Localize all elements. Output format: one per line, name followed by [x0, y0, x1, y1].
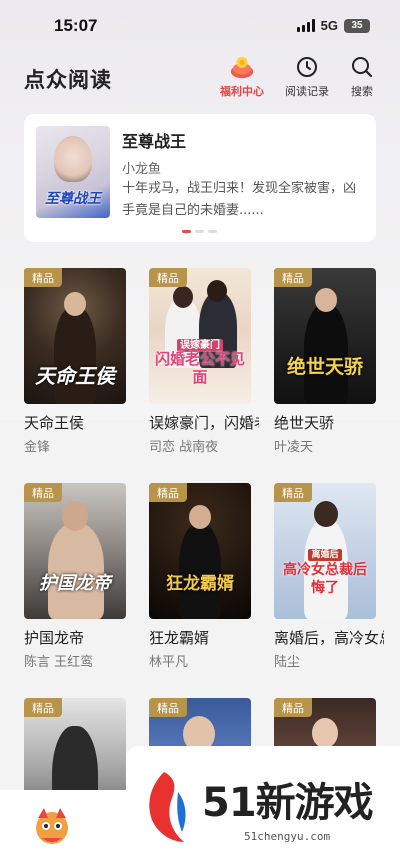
- cover-figure-head: [207, 280, 227, 302]
- book-title[interactable]: 狂龙霸婿: [149, 627, 259, 648]
- battery-icon: 35: [344, 18, 370, 33]
- premium-badge: 精品: [149, 268, 187, 287]
- reading-history-button[interactable]: 阅读记录: [285, 54, 329, 99]
- premium-badge: 精品: [274, 268, 312, 287]
- cover-illustration: [54, 136, 92, 182]
- book-cover[interactable]: 狂龙霸婿 精品: [149, 483, 251, 619]
- premium-badge: 精品: [24, 698, 62, 717]
- premium-badge: 精品: [149, 698, 187, 717]
- book-cover[interactable]: 护国龙帝 精品: [24, 483, 126, 619]
- book-author: 金锋: [24, 440, 51, 455]
- watermark-url: 51chengyu.com: [244, 830, 331, 843]
- search-button[interactable]: 搜索: [349, 54, 375, 99]
- book-author: 陆尘: [274, 655, 301, 670]
- site-watermark: 51新游戏 51chengyu.com: [126, 746, 400, 866]
- premium-badge: 精品: [24, 483, 62, 502]
- cover-figure-head: [312, 718, 338, 748]
- book-author: 林平凡: [149, 655, 189, 670]
- book-author: 叶凌天: [274, 440, 314, 455]
- watermark-logo-icon: [142, 768, 192, 846]
- cover-title-art: 高冷女总裁后悔了: [283, 562, 367, 596]
- cover-title-art: 绝世天骄: [286, 356, 363, 378]
- cover-figure-head: [315, 288, 337, 312]
- cover-figure-head: [314, 501, 338, 527]
- signal-icon: [296, 19, 315, 32]
- book-author: 司恋 战南夜: [149, 440, 219, 455]
- status-indicators: 5G 35: [296, 18, 370, 33]
- watermark-brand: 51新游戏: [202, 780, 374, 826]
- book-cover[interactable]: 绝世天骄 精品: [274, 268, 376, 404]
- app-title: 点众阅读: [24, 68, 112, 92]
- banner-book-cover[interactable]: 至尊战王: [36, 126, 110, 218]
- cover-figure-head: [173, 286, 193, 308]
- search-icon: [349, 54, 375, 80]
- status-bar: 15:07 5G 35: [0, 0, 400, 52]
- status-time: 15:07: [54, 16, 98, 35]
- book-title[interactable]: 离婚后，高冷女总裁后悔了: [274, 627, 384, 648]
- cover-figure-head: [64, 292, 86, 316]
- cover-subtitle-art: 误嫁豪门: [149, 336, 251, 352]
- mascot-icon[interactable]: [30, 804, 74, 848]
- carousel-dot: [195, 230, 204, 233]
- cover-subtitle-art: 离婚后: [274, 547, 376, 561]
- book-cover[interactable]: 离婚后 高冷女总裁后悔了 精品: [274, 483, 376, 619]
- cover-figure-head: [62, 501, 88, 531]
- banner-book-description: 十年戎马，战王归来！发现全家被害，凶手竟是自己的未婚妻......: [122, 181, 357, 218]
- book-title[interactable]: 天命王侯: [24, 412, 134, 433]
- welfare-center-button[interactable]: 福利中心: [220, 54, 264, 99]
- reading-history-label: 阅读记录: [285, 85, 329, 98]
- premium-badge: 精品: [274, 698, 312, 717]
- cover-figure: [54, 306, 96, 404]
- welfare-center-label: 福利中心: [220, 85, 264, 98]
- carousel-indicator: [182, 230, 217, 233]
- book-cover[interactable]: 误嫁豪门 闪婚老公不见面 精品: [149, 268, 251, 404]
- premium-badge: 精品: [24, 268, 62, 287]
- app-header: 点众阅读 福利中心 阅读记录 搜索: [0, 52, 400, 104]
- cover-figure-head: [189, 505, 211, 529]
- premium-badge: 精品: [274, 483, 312, 502]
- search-label: 搜索: [351, 85, 373, 98]
- cover-title-art: 护国龙帝: [39, 573, 111, 594]
- book-title[interactable]: 护国龙帝: [24, 627, 134, 648]
- cover-title-art: 闪婚老公不见面: [155, 350, 246, 386]
- carousel-dot: [208, 230, 217, 233]
- book-cover[interactable]: 天命王侯 精品: [24, 268, 126, 404]
- book-title[interactable]: 绝世天骄: [274, 412, 384, 433]
- premium-badge: 精品: [149, 483, 187, 502]
- book-author: 陈言 王红鸾: [24, 655, 94, 670]
- cover-title-art: 天命王侯: [35, 364, 115, 388]
- network-label: 5G: [320, 18, 338, 33]
- clock-icon: [294, 54, 320, 80]
- banner-book-title[interactable]: 至尊战王: [122, 128, 186, 152]
- gift-icon: [229, 54, 255, 80]
- bottom-left-panel: [0, 790, 126, 866]
- banner-book-author: 小龙鱼: [122, 162, 162, 177]
- cover-title-art: 狂龙霸婿: [166, 574, 234, 594]
- book-title[interactable]: 误嫁豪门，闪婚老公不见面: [149, 412, 259, 433]
- carousel-dot-active: [182, 230, 191, 233]
- featured-book-banner[interactable]: 至尊战王 至尊战王 小龙鱼 十年戎马，战王归来！发现全家被害，凶手竟是自己的未婚…: [24, 114, 376, 242]
- banner-cover-title: 至尊战王: [45, 191, 101, 207]
